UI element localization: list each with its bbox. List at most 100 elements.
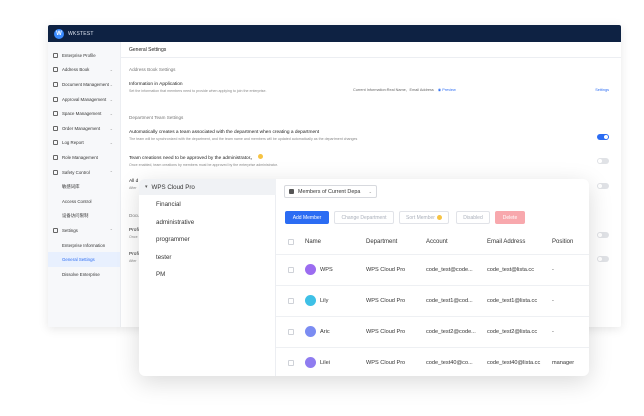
dept-item-pm[interactable]: PM bbox=[156, 271, 165, 278]
col-position: Position bbox=[552, 239, 574, 245]
toggle-knob bbox=[598, 184, 602, 188]
sidebar-item-address-book[interactable]: Address Book ⌄ bbox=[48, 63, 120, 78]
table-row[interactable]: Lilei WPS Cloud Pro code_test40@co... co… bbox=[276, 347, 589, 376]
row-checkbox[interactable] bbox=[288, 298, 294, 304]
toggle-knob bbox=[598, 159, 602, 163]
sidebar-item-access-control[interactable]: Access Control bbox=[48, 194, 120, 209]
cell-email: code_test2@lista.cc bbox=[487, 329, 538, 335]
cell-position: manager bbox=[552, 360, 575, 366]
delete-button[interactable]: Delete bbox=[495, 211, 525, 224]
sidebar-item-label: Settings bbox=[62, 227, 78, 233]
chevron-down-icon: ⌄ bbox=[109, 67, 113, 73]
toggle-knob bbox=[604, 135, 608, 139]
address-book-section-title: Address Book Settings bbox=[129, 67, 176, 72]
app-name: WKSTEST bbox=[68, 30, 94, 37]
preview-label: Preview bbox=[442, 88, 456, 92]
sidebar-item-approval-management[interactable]: Approval Management ⌄ bbox=[48, 92, 120, 107]
address-book-icon bbox=[53, 67, 58, 73]
team-approval-row: Team creations need to be approved by th… bbox=[129, 154, 611, 167]
sidebar-item-sensitive-words[interactable]: 敏感词库 bbox=[48, 179, 120, 194]
sidebar-item-label: Access Control bbox=[62, 198, 92, 204]
partial-row-4-toggle[interactable] bbox=[597, 256, 609, 262]
toggle-knob bbox=[598, 233, 602, 237]
space-icon bbox=[53, 111, 58, 117]
sidebar-item-dissolve-enterprise[interactable]: Dissolve Enterprise bbox=[48, 267, 120, 282]
dept-item-administrative[interactable]: administrative bbox=[156, 219, 194, 226]
disabled-button[interactable]: Disabled bbox=[456, 211, 490, 224]
sidebar: Enterprise Profile Address Book ⌄ Documen… bbox=[48, 42, 121, 327]
sidebar-item-label: Order Management bbox=[62, 125, 101, 131]
sidebar-item-label: 敏感词库 bbox=[62, 183, 80, 189]
preview-link[interactable]: ◉ Preview bbox=[438, 88, 456, 92]
info-fields-text: Current Information:Real Name、Email Addr… bbox=[353, 87, 456, 93]
sidebar-item-label: Space Management bbox=[62, 111, 102, 117]
row-checkbox[interactable] bbox=[288, 267, 294, 273]
sidebar-item-log-report[interactable]: Log Report ⌄ bbox=[48, 136, 120, 151]
auto-team-row: Automatically creates a team associated … bbox=[129, 130, 611, 141]
dept-team-section-title: Department Team Settings bbox=[129, 115, 184, 120]
sidebar-item-safety-control[interactable]: Safety Control ⌃ bbox=[48, 165, 120, 180]
dept-item-tester[interactable]: tester bbox=[156, 254, 171, 261]
page-title: General Settings bbox=[121, 42, 621, 58]
dept-root-item[interactable]: ▾ WPS Cloud Pro bbox=[139, 179, 276, 195]
sidebar-item-general-settings[interactable]: General Settings bbox=[48, 252, 120, 267]
sidebar-item-label: Enterprise Information bbox=[62, 242, 106, 248]
sidebar-item-label: Address Book bbox=[62, 67, 90, 73]
sidebar-item-enterprise-information[interactable]: Enterprise Information bbox=[48, 238, 120, 253]
eye-icon: ◉ bbox=[437, 88, 442, 92]
partial-row-1-toggle[interactable] bbox=[597, 183, 609, 189]
dept-root-label: WPS Cloud Pro bbox=[151, 183, 195, 191]
member-scope-select[interactable]: Members of Current Depa ⌄ bbox=[284, 185, 377, 198]
cell-position: - bbox=[552, 329, 554, 335]
cell-account: code_test@code... bbox=[426, 267, 473, 273]
change-department-button[interactable]: Change Department bbox=[334, 211, 394, 224]
sidebar-item-space-management[interactable]: Space Management ⌄ bbox=[48, 106, 120, 121]
toggle-knob bbox=[598, 257, 602, 261]
table-row[interactable]: Lily WPS Cloud Pro code_test1@cod... cod… bbox=[276, 285, 589, 316]
cell-name: Lily bbox=[320, 298, 329, 304]
dept-item-programmer[interactable]: programmer bbox=[156, 236, 190, 243]
row-checkbox[interactable] bbox=[288, 329, 294, 335]
avatar bbox=[305, 295, 316, 306]
cart-icon bbox=[53, 125, 58, 131]
sidebar-item-document-management[interactable]: Document Management ⌄ bbox=[48, 77, 120, 92]
title-bar: W WKSTEST bbox=[48, 25, 621, 42]
chevron-down-icon: ⌄ bbox=[109, 140, 113, 146]
select-all-checkbox[interactable] bbox=[288, 239, 294, 245]
table-row[interactable]: WPS WPS Cloud Pro code_test@code... code… bbox=[276, 254, 589, 285]
chevron-down-icon: ⌄ bbox=[109, 81, 113, 87]
sidebar-item-order-management[interactable]: Order Management ⌄ bbox=[48, 121, 120, 136]
people-icon bbox=[289, 189, 294, 194]
avatar bbox=[305, 326, 316, 337]
info-fields: Current Information:Real Name、Email Addr… bbox=[353, 88, 434, 92]
col-name: Name bbox=[305, 239, 322, 245]
cell-account: code_test40@co... bbox=[426, 360, 473, 366]
sidebar-item-label: Document Management bbox=[62, 81, 109, 87]
settings-link[interactable]: Settings bbox=[595, 88, 609, 92]
document-section-title: Docu bbox=[129, 213, 140, 218]
auto-team-toggle[interactable] bbox=[597, 134, 609, 140]
sidebar-item-settings[interactable]: Settings ⌃ bbox=[48, 223, 120, 238]
team-approval-toggle[interactable] bbox=[597, 158, 609, 164]
cell-position: - bbox=[552, 267, 554, 273]
dept-item-financial[interactable]: Financial bbox=[156, 201, 181, 208]
col-email: Email Address bbox=[487, 239, 526, 245]
home-icon bbox=[53, 52, 58, 58]
sort-member-button[interactable]: Sort Member bbox=[399, 211, 449, 224]
cell-email: code_test40@lista.cc bbox=[487, 360, 541, 366]
sidebar-item-device-access[interactable]: 设备访问限制 bbox=[48, 209, 120, 224]
team-approval-label: Team creations need to be approved by th… bbox=[129, 156, 256, 161]
row-checkbox[interactable] bbox=[288, 360, 294, 366]
add-member-button[interactable]: Add Member bbox=[285, 211, 329, 224]
chevron-down-icon: ⌄ bbox=[109, 111, 113, 117]
partial-row-3-toggle[interactable] bbox=[597, 232, 609, 238]
document-icon bbox=[53, 81, 58, 87]
sidebar-item-role-management[interactable]: Role Management bbox=[48, 150, 120, 165]
table-row[interactable]: Aric WPS Cloud Pro code_test2@code... co… bbox=[276, 316, 589, 347]
cell-department: WPS Cloud Pro bbox=[366, 360, 406, 366]
approval-icon bbox=[53, 96, 58, 102]
cell-account: code_test1@cod... bbox=[426, 298, 473, 304]
members-panel: Members of Current Depa ⌄ Add Member Cha… bbox=[276, 179, 589, 376]
cell-department: WPS Cloud Pro bbox=[366, 298, 406, 304]
sidebar-item-enterprise-profile[interactable]: Enterprise Profile bbox=[48, 48, 120, 63]
